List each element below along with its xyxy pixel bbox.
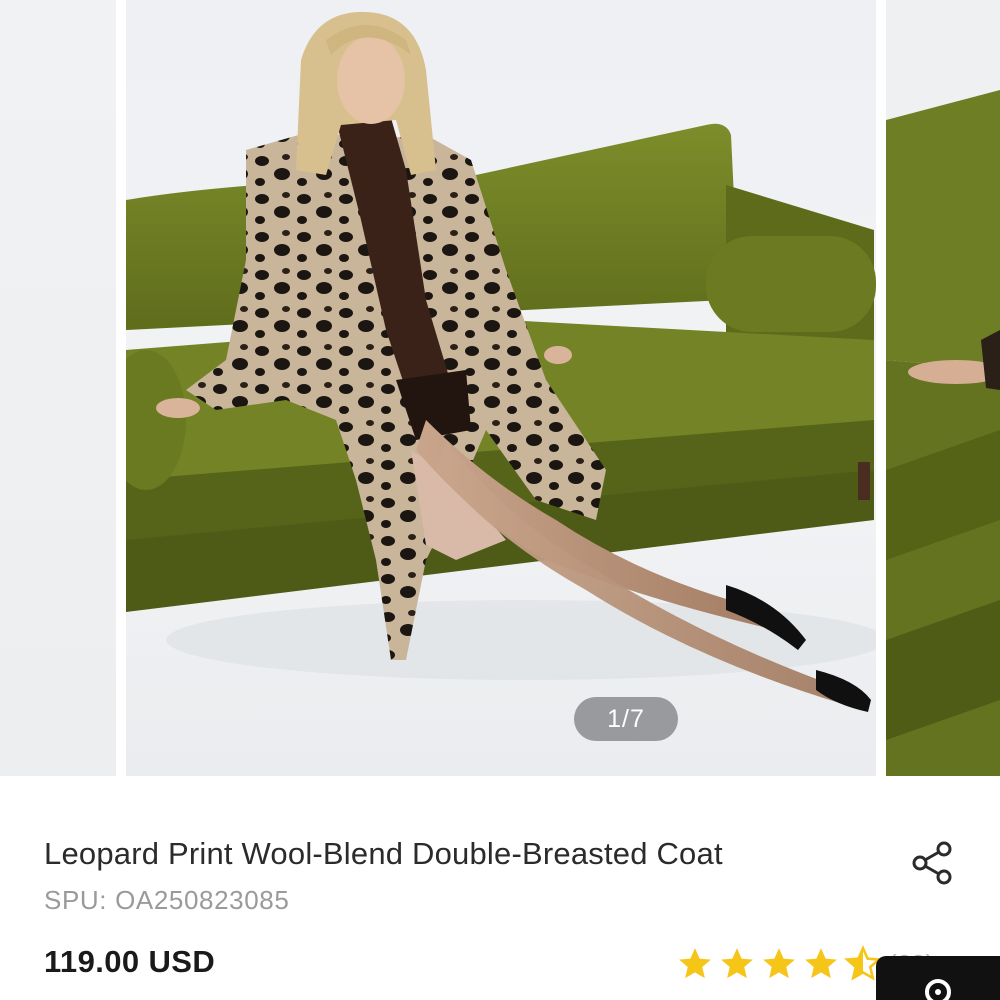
- carousel-prev-slide[interactable]: [0, 0, 116, 776]
- product-page: 1/7 Leopard Print Wool-Blend Double-Brea…: [0, 0, 1000, 1000]
- carousel-next-slide[interactable]: [886, 0, 1000, 776]
- share-icon: [912, 841, 952, 885]
- product-price: 119.00 USD: [44, 944, 216, 979]
- spu-value: OA250823085: [115, 885, 290, 915]
- product-image-main[interactable]: 1/7: [126, 0, 876, 776]
- spu-label: SPU:: [44, 885, 108, 915]
- chat-icon: [925, 979, 951, 1000]
- product-spu: SPU: OA250823085: [44, 885, 289, 916]
- product-photo: [126, 11, 876, 712]
- product-image-carousel[interactable]: 1/7: [0, 0, 1000, 776]
- next-product-photo: [886, 90, 1000, 776]
- product-title: Leopard Print Wool-Blend Double-Breasted…: [44, 836, 723, 871]
- star-icon: [721, 948, 753, 979]
- customer-service-button[interactable]: [876, 956, 1000, 1000]
- star-icon: [679, 948, 711, 979]
- star-icon: [763, 948, 795, 979]
- carousel-page-indicator: 1/7: [574, 697, 678, 741]
- star-icon: [805, 948, 837, 979]
- share-button[interactable]: [906, 836, 960, 890]
